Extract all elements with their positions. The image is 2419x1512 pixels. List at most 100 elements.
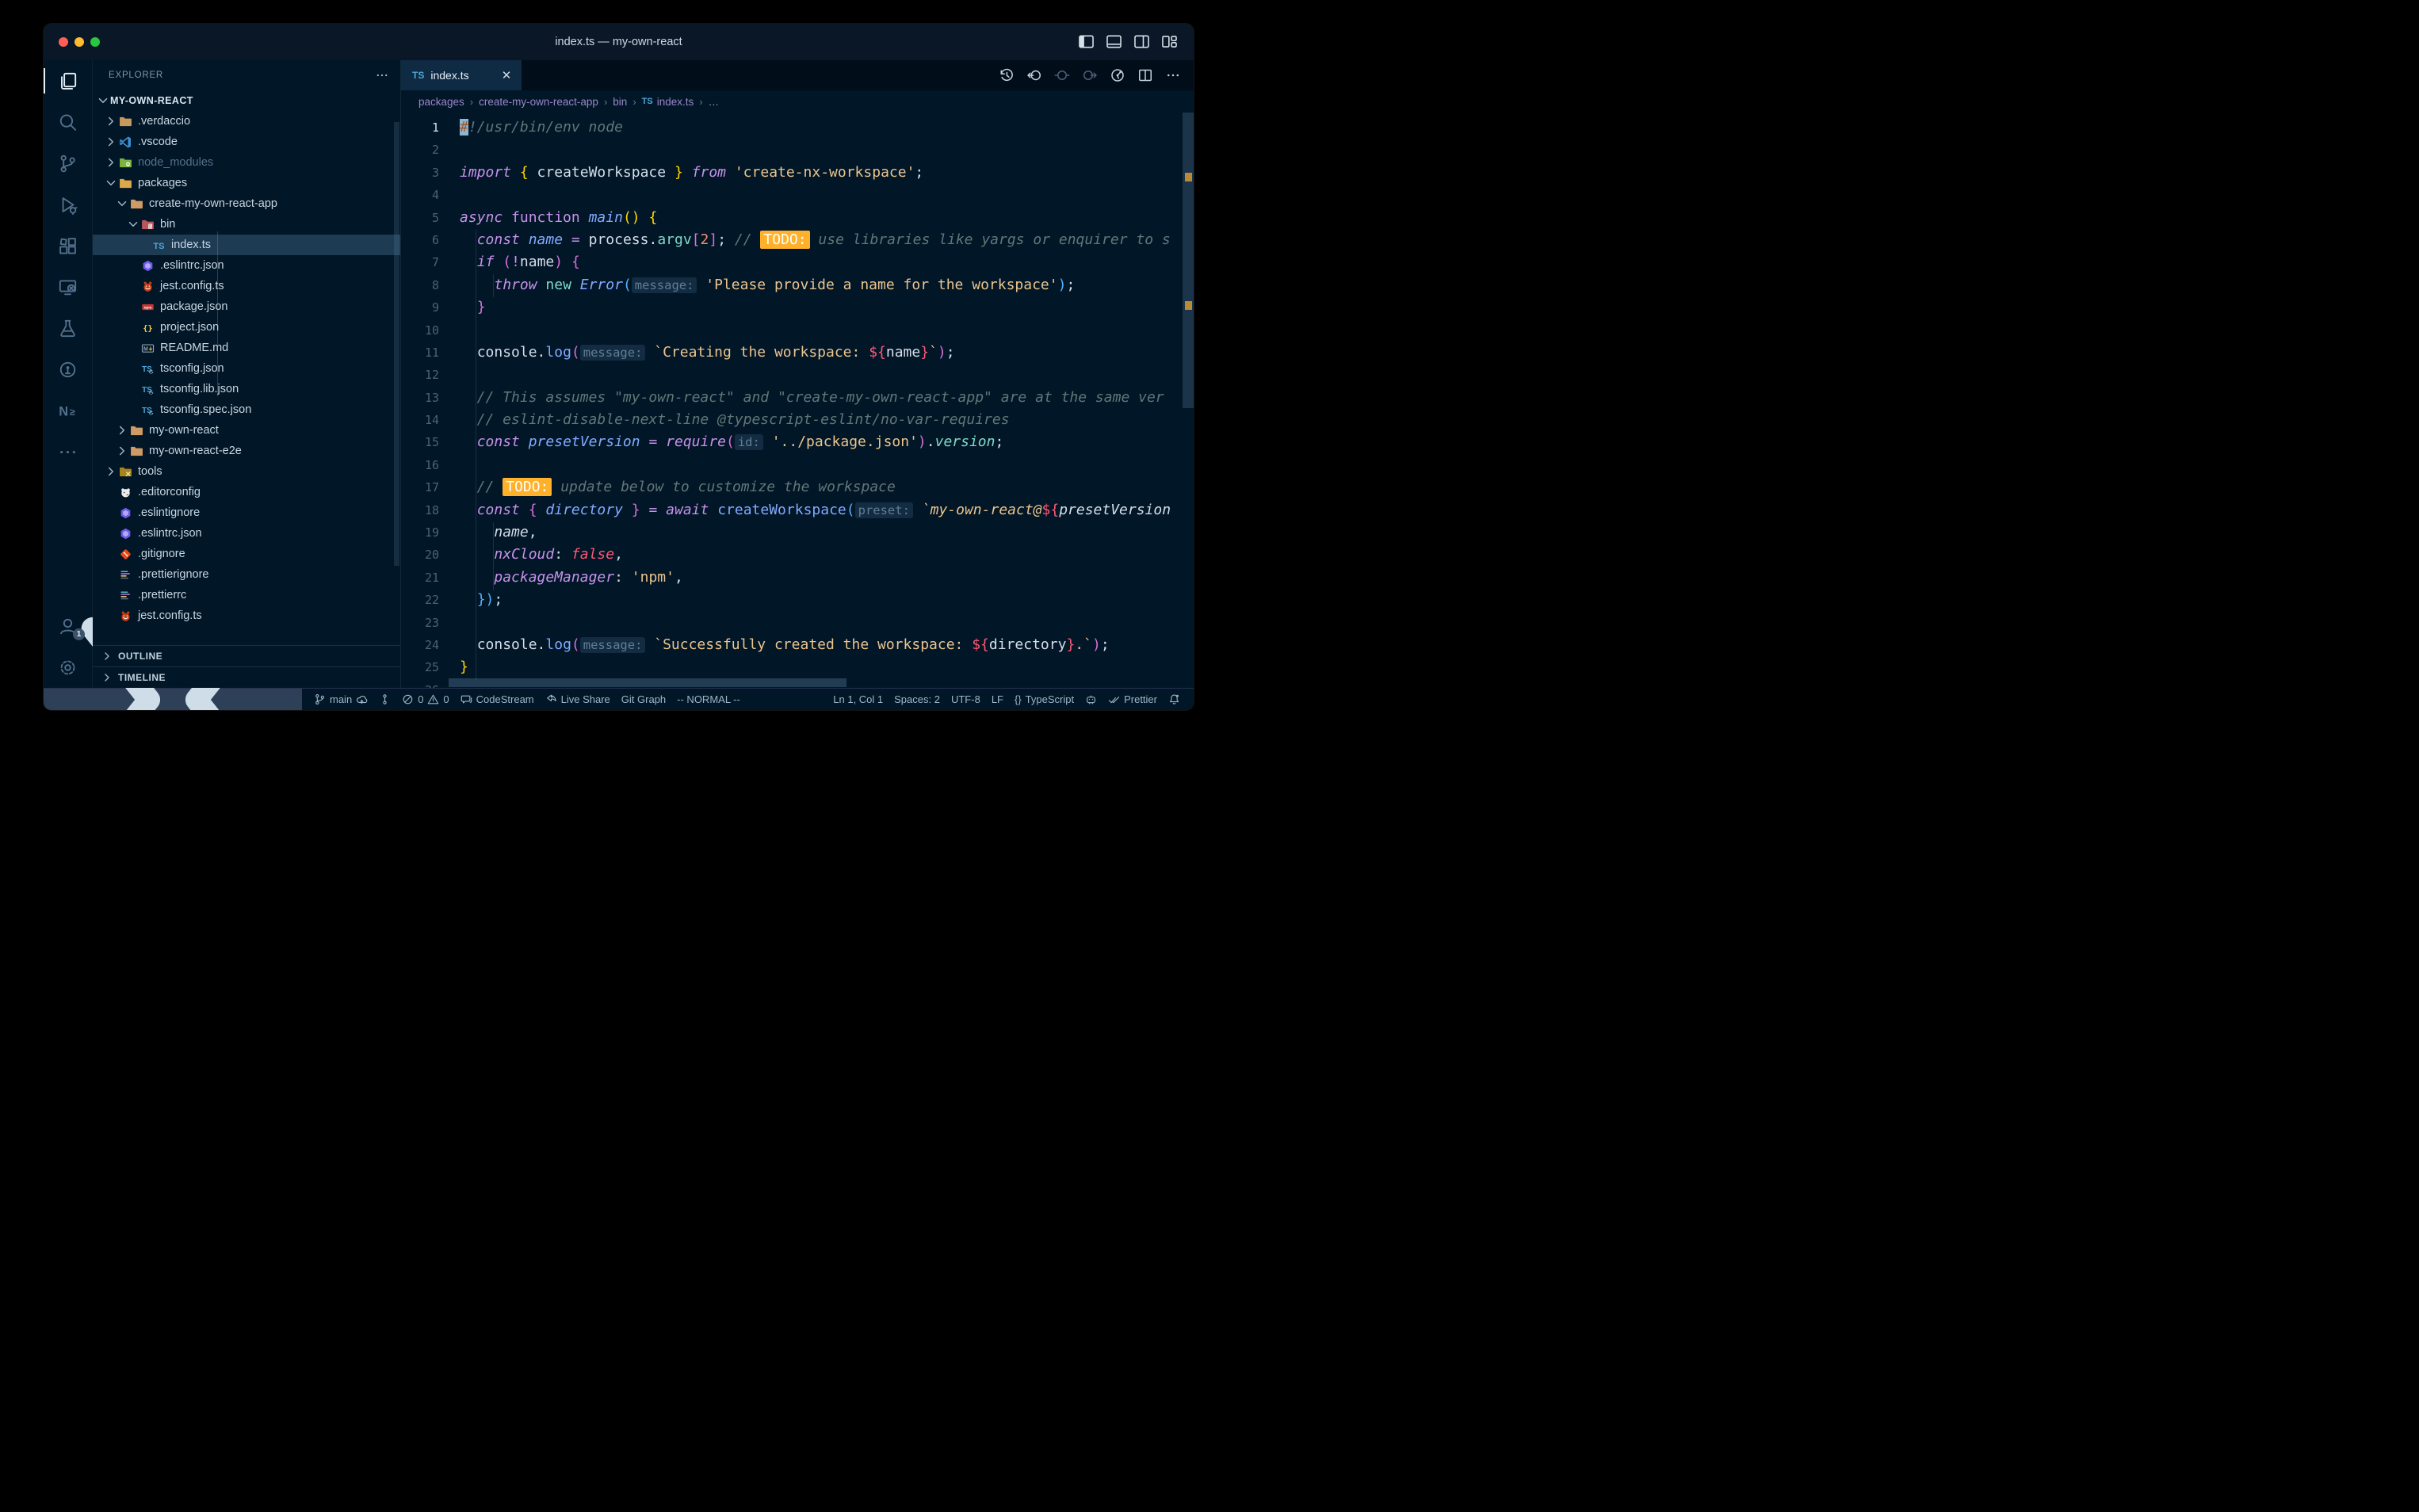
code-line-12[interactable]: 12 xyxy=(401,364,1194,386)
status-live-share[interactable]: Live Share xyxy=(540,689,616,710)
tree-item--editorconfig[interactable]: .editorconfig xyxy=(93,482,400,502)
explorer-more-actions-icon[interactable] xyxy=(375,68,389,82)
status-language-mode[interactable]: {}TypeScript xyxy=(1009,689,1080,710)
code-line-22[interactable]: 22 }); xyxy=(401,589,1194,611)
activity-codetour[interactable] xyxy=(44,349,92,390)
go-previous-icon[interactable] xyxy=(1054,67,1070,83)
tab-close-icon[interactable]: ✕ xyxy=(499,68,514,82)
tree-item-readme-md[interactable]: MREADME.md xyxy=(93,338,400,358)
status-indentation[interactable]: Spaces: 2 xyxy=(888,689,946,710)
breadcrumb-item[interactable]: … xyxy=(709,96,720,108)
tree-item-my-own-react[interactable]: MY-OWN-REACT xyxy=(93,90,400,111)
toggle-panel-icon[interactable] xyxy=(1106,33,1122,50)
code-line-13[interactable]: 13 // This assumes "my-own-react" and "c… xyxy=(401,387,1194,409)
activity-remote-explorer[interactable] xyxy=(44,266,92,307)
tree-item--gitignore[interactable]: .gitignore xyxy=(93,544,400,564)
tree-item-jest-config-ts[interactable]: jest.config.ts xyxy=(93,605,400,626)
tree-item-tools[interactable]: tools xyxy=(93,461,400,482)
tree-item-project-json[interactable]: {}project.json xyxy=(93,317,400,338)
editor-horizontal-scrollbar[interactable] xyxy=(449,678,846,687)
tree-item-index-ts[interactable]: TSindex.ts xyxy=(93,235,400,255)
status-eol[interactable]: LF xyxy=(986,689,1009,710)
activity-extensions[interactable] xyxy=(44,225,92,266)
status-codestream[interactable]: CodeStream xyxy=(455,689,540,710)
tree-item-packages[interactable]: packages xyxy=(93,173,400,193)
status-remote-indicator[interactable] xyxy=(44,689,302,710)
code-line-8[interactable]: 8 throw new Error(message: 'Please provi… xyxy=(401,274,1194,296)
activity-accounts[interactable]: 1 xyxy=(44,605,92,647)
tree-item--eslintignore[interactable]: .eslintignore xyxy=(93,502,400,523)
customize-layout-icon[interactable] xyxy=(1161,33,1178,50)
go-back-icon[interactable] xyxy=(1026,67,1042,83)
tree-item-create-my-own-react-app[interactable]: create-my-own-react-app xyxy=(93,193,400,214)
activity-nx-console[interactable]: N≥ xyxy=(44,390,92,431)
tree-item--prettierrc[interactable]: .prettierrc xyxy=(93,585,400,605)
panel-timeline[interactable]: TIMELINE xyxy=(93,666,400,688)
code-line-4[interactable]: 4 xyxy=(401,184,1194,206)
minimize-button[interactable] xyxy=(75,37,84,47)
status-git-graph[interactable]: Git Graph xyxy=(616,689,671,710)
tree-item--verdaccio[interactable]: .verdaccio xyxy=(93,111,400,132)
code-line-10[interactable]: 10 xyxy=(401,319,1194,342)
status-problems[interactable]: 00 xyxy=(396,689,454,710)
tree-item-jest-config-ts[interactable]: jest.config.ts xyxy=(93,276,400,296)
tab-index-ts[interactable]: TS index.ts ✕ xyxy=(401,60,522,90)
toggle-secondary-sidebar-icon[interactable] xyxy=(1133,33,1150,50)
tree-item-my-own-react-e2e[interactable]: my-own-react-e2e xyxy=(93,441,400,461)
status-vim-mode[interactable]: -- NORMAL -- xyxy=(671,689,746,710)
code-line-17[interactable]: 17 // TODO: update below to customize th… xyxy=(401,476,1194,498)
toggle-primary-sidebar-icon[interactable] xyxy=(1078,33,1095,50)
sidebar-scrollbar[interactable] xyxy=(394,122,399,566)
tree-item-package-json[interactable]: npmpackage.json xyxy=(93,296,400,317)
activity-search[interactable] xyxy=(44,101,92,143)
code-line-3[interactable]: 3import { createWorkspace } from 'create… xyxy=(401,162,1194,184)
code-line-20[interactable]: 20 nxCloud: false, xyxy=(401,544,1194,566)
code-line-18[interactable]: 18 const { directory } = await createWor… xyxy=(401,499,1194,521)
status-commit-graph[interactable] xyxy=(373,689,396,710)
status-git-branch[interactable]: main xyxy=(308,689,373,710)
code-line-11[interactable]: 11 console.log(message: `Creating the wo… xyxy=(401,342,1194,364)
code-line-6[interactable]: 6 const name = process.argv[2]; // TODO:… xyxy=(401,229,1194,251)
activity-explorer[interactable] xyxy=(44,60,92,101)
tree-item--eslintrc-json[interactable]: .eslintrc.json xyxy=(93,255,400,276)
activity-settings[interactable] xyxy=(44,647,92,688)
breadcrumb-item[interactable]: create-my-own-react-app xyxy=(479,96,598,108)
zoom-button[interactable] xyxy=(90,37,100,47)
status-encoding[interactable]: UTF-8 xyxy=(946,689,986,710)
breadcrumb-item[interactable]: TSindex.ts xyxy=(642,96,694,108)
tree-item-my-own-react[interactable]: my-own-react xyxy=(93,420,400,441)
status-notifications[interactable] xyxy=(1163,689,1186,710)
code-line-1[interactable]: 1#!/usr/bin/env node xyxy=(401,116,1194,139)
file-history-icon[interactable] xyxy=(1110,67,1125,83)
code-line-24[interactable]: 24 console.log(message: `Successfully cr… xyxy=(401,634,1194,656)
panel-outline[interactable]: OUTLINE xyxy=(93,645,400,666)
code-line-19[interactable]: 19 name, xyxy=(401,521,1194,544)
tree-item--eslintrc-json[interactable]: .eslintrc.json xyxy=(93,523,400,544)
tree-item--vscode[interactable]: .vscode xyxy=(93,132,400,152)
status-prettier[interactable]: Prettier xyxy=(1102,689,1163,710)
code-line-9[interactable]: 9 } xyxy=(401,296,1194,319)
code-line-25[interactable]: 25} xyxy=(401,656,1194,678)
activity-more-views[interactable] xyxy=(44,431,92,472)
timeline-history-icon[interactable] xyxy=(999,67,1015,83)
tree-item-node-modules[interactable]: JSnode_modules xyxy=(93,152,400,173)
breadcrumb-item[interactable]: packages xyxy=(418,96,464,108)
tree-item-tsconfig-lib-json[interactable]: TStsconfig.lib.json xyxy=(93,379,400,399)
activity-testing[interactable] xyxy=(44,307,92,349)
activity-source-control[interactable] xyxy=(44,143,92,184)
code-line-5[interactable]: 5async function main() { xyxy=(401,207,1194,229)
close-button[interactable] xyxy=(59,37,68,47)
tree-item--prettierignore[interactable]: .prettierignore xyxy=(93,564,400,585)
activity-run-and-debug[interactable] xyxy=(44,184,92,225)
status-cursor-position[interactable]: Ln 1, Col 1 xyxy=(827,689,888,710)
code-line-14[interactable]: 14 // eslint-disable-next-line @typescri… xyxy=(401,409,1194,431)
editor-vertical-scrollbar[interactable] xyxy=(1183,113,1194,408)
code-line-16[interactable]: 16 xyxy=(401,454,1194,476)
breadcrumb-item[interactable]: bin xyxy=(613,96,627,108)
code-line-21[interactable]: 21 packageManager: 'npm', xyxy=(401,567,1194,589)
tree-item-tsconfig-spec-json[interactable]: TStsconfig.spec.json xyxy=(93,399,400,420)
more-actions-icon[interactable] xyxy=(1165,67,1181,83)
code-line-23[interactable]: 23 xyxy=(401,612,1194,634)
code-line-15[interactable]: 15 const presetVersion = require(id: '..… xyxy=(401,431,1194,453)
split-editor-icon[interactable] xyxy=(1137,67,1153,83)
